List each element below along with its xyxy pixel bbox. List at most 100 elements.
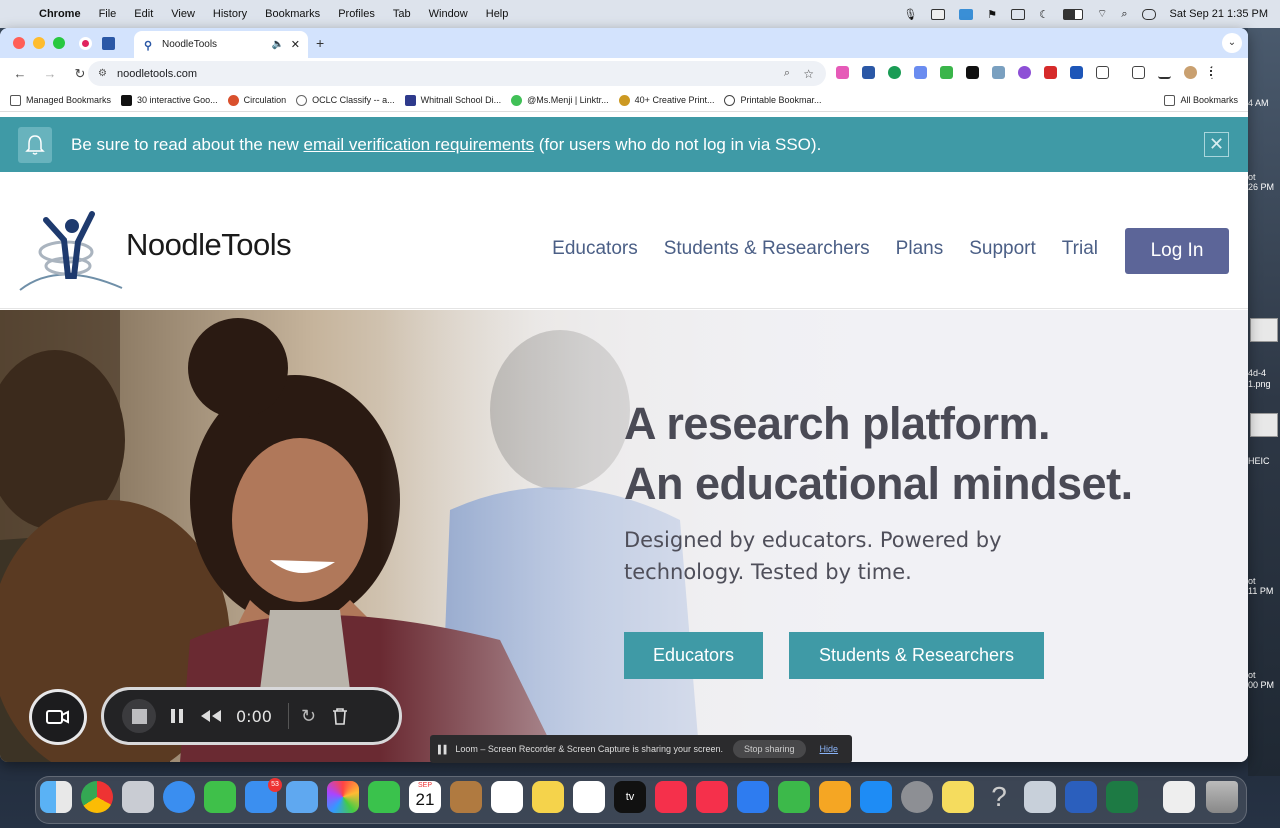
stack-icon[interactable]: [959, 8, 974, 20]
login-button[interactable]: Log In: [1125, 228, 1229, 274]
site-info-icon[interactable]: ⚙: [98, 68, 107, 79]
bookmark-managed[interactable]: Managed Bookmarks: [10, 94, 111, 106]
bookmark-item[interactable]: Printable Bookmar...: [724, 94, 822, 106]
email-verification-link[interactable]: email verification requirements: [304, 135, 535, 155]
noodletools-logo-icon[interactable]: [18, 210, 124, 292]
download-icon[interactable]: [1158, 66, 1171, 79]
educators-cta-button[interactable]: Educators: [624, 632, 763, 679]
close-window-icon[interactable]: [13, 37, 25, 49]
all-bookmarks[interactable]: All Bookmarks: [1164, 94, 1238, 106]
url-text[interactable]: noodletools.com: [117, 68, 197, 80]
contacts-icon[interactable]: [450, 781, 482, 813]
pages-icon[interactable]: [819, 781, 851, 813]
control-center-icon[interactable]: [1141, 8, 1156, 20]
microphone-icon[interactable]: 🎙: [903, 8, 917, 21]
extension-stamp-icon[interactable]: [992, 66, 1005, 79]
menu-app[interactable]: Chrome: [39, 8, 81, 20]
wifi-icon[interactable]: ⌔: [1097, 7, 1107, 21]
bookmark-item[interactable]: @Ms.Menji | Linktr...: [511, 94, 609, 106]
menu-tab[interactable]: Tab: [393, 8, 411, 20]
extension-v-icon[interactable]: [862, 66, 875, 79]
bookmark-item[interactable]: 40+ Creative Print...: [618, 94, 714, 106]
zoom-icon[interactable]: ⌕: [784, 67, 790, 80]
excel-icon[interactable]: [1106, 781, 1138, 813]
freeform-icon[interactable]: [573, 781, 605, 813]
bookmark-item[interactable]: Whitnall School Di...: [404, 94, 501, 106]
bookmark-item[interactable]: 30 interactive Goo...: [121, 94, 218, 106]
menu-view[interactable]: View: [171, 8, 195, 20]
keynote-icon[interactable]: [737, 781, 769, 813]
extension-grammarly-icon[interactable]: [888, 66, 901, 79]
tab-search-chevron-icon[interactable]: ⌄: [1222, 33, 1242, 53]
extension-pen-icon[interactable]: [1044, 66, 1057, 79]
calendar-icon[interactable]: SEP 21: [409, 781, 441, 813]
facetime-icon[interactable]: [368, 781, 400, 813]
folder-icon[interactable]: [931, 8, 946, 20]
tab-noodletools[interactable]: ⚲ NoodleTools 🔈 ✕: [134, 31, 308, 58]
nav-trial[interactable]: Trial: [1062, 238, 1098, 260]
nav-plans[interactable]: Plans: [896, 238, 944, 260]
zoom-window-icon[interactable]: [53, 37, 65, 49]
nav-students-researchers[interactable]: Students & Researchers: [664, 238, 870, 260]
profile-avatar-icon[interactable]: [1184, 66, 1197, 79]
stickies-icon[interactable]: [942, 781, 974, 813]
extension-square-icon[interactable]: [966, 66, 979, 79]
menu-profiles[interactable]: Profiles: [338, 8, 375, 20]
close-tab-icon[interactable]: ✕: [291, 38, 300, 51]
bookmark-star-icon[interactable]: ☆: [803, 67, 814, 81]
speaker-icon[interactable]: 🔈: [272, 39, 284, 50]
reload-icon[interactable]: ↻: [70, 66, 90, 82]
safari-icon[interactable]: [163, 781, 195, 813]
news-icon[interactable]: [696, 781, 728, 813]
extension-arrow-icon[interactable]: [836, 66, 849, 79]
messages-icon[interactable]: [204, 781, 236, 813]
extension-link-icon[interactable]: [914, 66, 927, 79]
pause-icon[interactable]: [170, 708, 184, 724]
document-stack-icon[interactable]: [1163, 781, 1195, 813]
app-store-icon[interactable]: [860, 781, 892, 813]
menubar-datetime[interactable]: Sat Sep 21 1:35 PM: [1170, 8, 1268, 20]
extensions-puzzle-icon[interactable]: [1096, 66, 1109, 79]
nav-educators[interactable]: Educators: [552, 238, 638, 260]
finder-icon[interactable]: [40, 781, 72, 813]
system-settings-icon[interactable]: [901, 781, 933, 813]
launchpad-icon[interactable]: [122, 781, 154, 813]
extension-doc-icon[interactable]: [1070, 66, 1083, 79]
focus-moon-icon[interactable]: ☾: [1039, 8, 1049, 21]
back-icon[interactable]: ←: [10, 66, 30, 81]
hide-sharing-bar-link[interactable]: Hide: [820, 744, 839, 754]
cast-icon[interactable]: [1132, 66, 1145, 79]
more-menu-icon[interactable]: [1210, 66, 1216, 79]
pinned-tab-record-icon[interactable]: [79, 36, 92, 50]
numbers-icon[interactable]: [778, 781, 810, 813]
maps-icon[interactable]: [286, 781, 318, 813]
menu-window[interactable]: Window: [429, 8, 468, 20]
menu-bookmarks[interactable]: Bookmarks: [265, 8, 320, 20]
privacy-icon[interactable]: ⚑: [987, 8, 997, 21]
logo-text[interactable]: NoodleTools: [126, 227, 292, 263]
desktop-file-thumbnail[interactable]: [1250, 413, 1278, 437]
word-icon[interactable]: [1065, 781, 1097, 813]
close-notice-icon[interactable]: ✕: [1204, 132, 1229, 157]
menu-history[interactable]: History: [213, 8, 247, 20]
menu-help[interactable]: Help: [486, 8, 509, 20]
stop-sharing-button[interactable]: Stop sharing: [732, 740, 806, 758]
chrome-icon[interactable]: [81, 781, 113, 813]
new-tab-icon[interactable]: +: [316, 35, 324, 51]
address-bar[interactable]: ⚙ noodletools.com ⌕ ☆: [88, 61, 826, 86]
screen-mirror-icon[interactable]: [1011, 8, 1026, 20]
photos-icon[interactable]: [327, 781, 359, 813]
menu-file[interactable]: File: [99, 8, 117, 20]
trash-can-icon[interactable]: [1206, 781, 1238, 813]
menu-edit[interactable]: Edit: [134, 8, 153, 20]
loom-camera-button[interactable]: [29, 689, 87, 745]
minimize-window-icon[interactable]: [33, 37, 45, 49]
extension-screenshot-icon[interactable]: [940, 66, 953, 79]
reminders-icon[interactable]: [491, 781, 523, 813]
music-icon[interactable]: [655, 781, 687, 813]
bookmark-item[interactable]: OCLC Classify -- a...: [296, 94, 395, 106]
preview-icon[interactable]: [1024, 781, 1056, 813]
forward-icon[interactable]: →: [40, 66, 60, 81]
drag-handle-icon[interactable]: ▌▌: [438, 745, 449, 754]
desktop-file-thumbnail[interactable]: [1250, 318, 1278, 342]
